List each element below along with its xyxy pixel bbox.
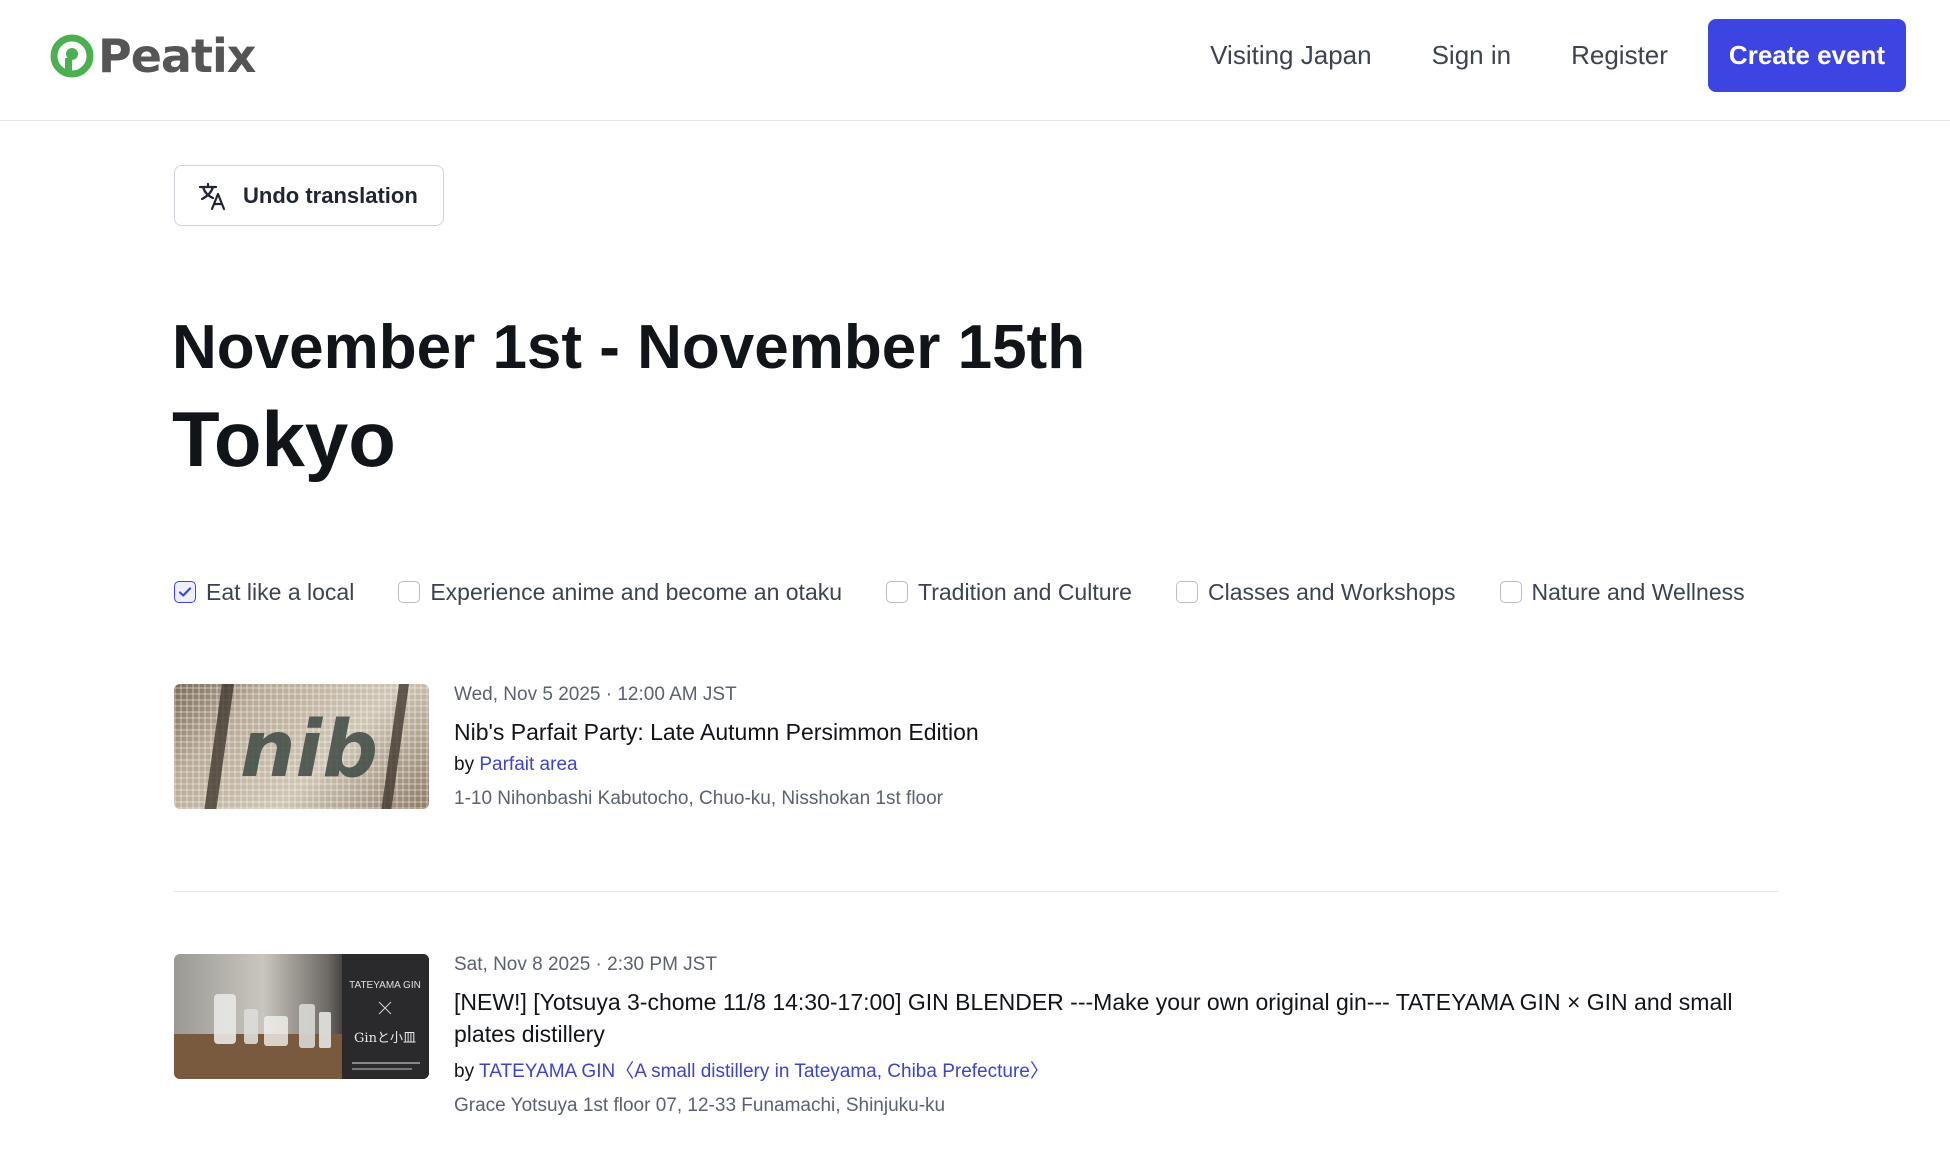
- peatix-logo-icon: [50, 34, 94, 78]
- filter-classes-workshops[interactable]: Classes and Workshops: [1175, 578, 1456, 606]
- nav-register[interactable]: Register: [1571, 40, 1668, 71]
- checkbox-icon[interactable]: [398, 581, 421, 603]
- filter-nature-wellness[interactable]: Nature and Wellness: [1499, 578, 1745, 606]
- filter-label: Nature and Wellness: [1531, 578, 1745, 605]
- organizer-link[interactable]: Parfait area: [479, 754, 577, 775]
- gin-blender-image: TATEYAMA GIN Ginと小皿: [174, 954, 429, 1079]
- filter-label: Eat like a local: [206, 578, 355, 605]
- event-info: Wed, Nov 5 2025 · 12:00 AM JST Nib's Par…: [454, 684, 1784, 810]
- thumb-nib-text: nib: [240, 705, 378, 795]
- filter-eat-like-a-local[interactable]: Eat like a local: [174, 579, 354, 606]
- event-address: Grace Yotsuya 1st floor 07, 12-33 Funama…: [454, 1095, 946, 1116]
- checkbox-checked-icon[interactable]: [174, 581, 196, 603]
- checkbox-icon[interactable]: [1175, 581, 1198, 603]
- category-filters: Eat like a local Experience anime and be…: [174, 576, 1789, 608]
- top-nav: Visiting Japan Sign in Register Create e…: [1210, 19, 1906, 92]
- city-title: Tokyo: [172, 395, 396, 483]
- date-range-title: November 1st - November 15th: [172, 313, 1086, 382]
- event-organizer: by TATEYAMA GIN〈A small distillery in Ta…: [454, 1056, 1784, 1083]
- checkbox-icon[interactable]: [1499, 581, 1522, 603]
- nib-mosaic-image: nib: [174, 684, 429, 809]
- undo-translation-button[interactable]: Undo translation: [174, 165, 444, 226]
- event-divider: [174, 891, 1778, 892]
- filter-label: Tradition and Culture: [918, 578, 1132, 605]
- filter-tradition-culture[interactable]: Tradition and Culture: [886, 579, 1132, 606]
- logo-text: Peatix: [98, 29, 256, 83]
- filter-label: Classes and Workshops: [1207, 578, 1456, 605]
- filter-label: Experience anime and become an otaku: [430, 578, 843, 605]
- nav-sign-in[interactable]: Sign in: [1432, 40, 1512, 71]
- organizer-link[interactable]: TATEYAMA GIN〈A small distillery in Tatey…: [479, 1061, 1049, 1082]
- filter-anime-otaku[interactable]: Experience anime and become an otaku: [398, 579, 842, 606]
- event-thumbnail[interactable]: nib: [174, 684, 429, 809]
- event-date: Wed, Nov 5 2025 · 12:00 AM JST: [454, 684, 737, 705]
- top-header: Peatix Visiting Japan Sign in Register C…: [0, 0, 1950, 121]
- event-info: Sat, Nov 8 2025 · 2:30 PM JST [NEW!] [Yo…: [454, 954, 1784, 1117]
- by-label: by: [454, 754, 475, 775]
- peatix-logo[interactable]: Peatix: [50, 29, 256, 83]
- translate-icon: [198, 182, 226, 210]
- event-title[interactable]: Nib's Parfait Party: Late Autumn Persimm…: [454, 716, 1784, 748]
- event-address: 1-10 Nihonbashi Kabutocho, Chuo-ku, Niss…: [454, 788, 944, 809]
- event-title[interactable]: [NEW!] [Yotsuya 3-chome 11/8 14:30-17:00…: [454, 986, 1784, 1050]
- checkbox-icon[interactable]: [886, 581, 909, 603]
- nav-visiting-japan[interactable]: Visiting Japan: [1210, 40, 1371, 71]
- by-label: by: [454, 1061, 475, 1082]
- thumb-gin-brand: TATEYAMA GIN: [349, 980, 421, 991]
- thumb-gin-sub: Ginと小皿: [354, 1031, 416, 1046]
- event-organizer: by Parfait area: [454, 754, 1784, 776]
- undo-translation-label: Undo translation: [243, 182, 418, 208]
- create-event-button[interactable]: Create event: [1707, 19, 1906, 92]
- event-thumbnail[interactable]: TATEYAMA GIN Ginと小皿: [174, 954, 429, 1079]
- event-date: Sat, Nov 8 2025 · 2:30 PM JST: [454, 954, 717, 975]
